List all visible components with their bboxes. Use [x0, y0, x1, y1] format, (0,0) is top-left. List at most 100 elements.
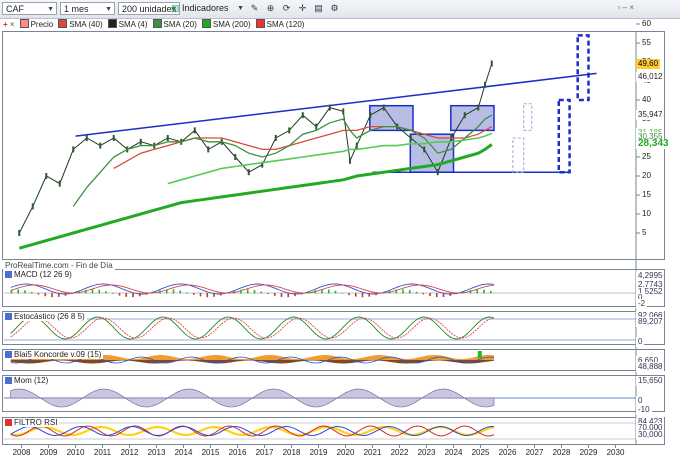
- price-bar: [349, 157, 351, 164]
- price-bar: [72, 146, 75, 153]
- projection-box: [557, 98, 571, 174]
- x-tick-label: 2022: [390, 448, 409, 457]
- price-bar: [423, 146, 426, 153]
- price-bar: [45, 173, 48, 179]
- macd-histogram-bar: [402, 289, 404, 294]
- macd-histogram-bar: [132, 293, 134, 298]
- price-bar: [247, 169, 250, 176]
- mom-value-tag: -10: [636, 405, 652, 415]
- macd-histogram-bar: [375, 293, 377, 296]
- x-tick-label: 2028: [552, 448, 571, 457]
- x-tick-label: 2012: [120, 448, 139, 457]
- macd-histogram-bar: [246, 289, 249, 294]
- macd-histogram-bar: [10, 289, 13, 294]
- indicator-icon: [5, 419, 12, 426]
- price-bar: [409, 135, 412, 141]
- y-tick-label: 60: [642, 19, 651, 28]
- macd-label-text: MACD (12 26 9): [14, 270, 72, 279]
- stoch-value-tag: 0: [636, 337, 645, 347]
- price-bar: [234, 154, 237, 160]
- macd-histogram-bar: [408, 290, 411, 294]
- macd-histogram-bar: [186, 292, 188, 294]
- macd-histogram-bar: [314, 290, 317, 294]
- macd-histogram-bar: [476, 289, 479, 294]
- y-tick-label: 10: [642, 209, 651, 218]
- rsi-label-text: FILTRO RSI: [14, 418, 58, 427]
- macd-histogram-bar: [233, 291, 236, 294]
- macd-histogram-bar: [489, 291, 492, 294]
- price-tag: 46,012: [636, 72, 665, 83]
- price-bar: [342, 108, 345, 115]
- indicator-icon: [5, 271, 12, 278]
- macd-histogram-bar: [469, 290, 472, 294]
- price-bar: [193, 127, 196, 134]
- x-tick-label: 2008: [12, 448, 31, 457]
- macd-histogram-bar: [395, 289, 398, 294]
- macd-histogram-bar: [483, 289, 485, 294]
- y-tick-label: 15: [642, 190, 651, 199]
- price-bar: [369, 112, 372, 119]
- stoch-label-text: Estocástico (26 8 5): [14, 312, 85, 321]
- macd-histogram-bar: [449, 293, 452, 296]
- price-bar: [288, 127, 291, 134]
- macd-histogram-bar: [321, 289, 323, 294]
- macd-histogram-bar: [327, 289, 330, 294]
- macd-histogram-bar: [334, 290, 337, 294]
- indicator-icon: [5, 351, 12, 358]
- macd-histogram-bar: [179, 290, 182, 294]
- price-chart: [4, 23, 640, 448]
- macd-histogram-bar: [442, 293, 445, 298]
- price-bar: [166, 135, 169, 141]
- price-bar: [31, 203, 34, 210]
- stoch-label: Estocástico (26 8 5): [3, 312, 87, 321]
- macd-histogram-bar: [91, 289, 94, 294]
- macd-histogram-bar: [17, 289, 20, 294]
- macd-histogram-bar: [429, 293, 431, 297]
- price-bar: [484, 81, 486, 88]
- macd-histogram-bar: [152, 292, 155, 294]
- price-bar: [18, 230, 21, 236]
- macd-histogram-bar: [307, 291, 310, 294]
- x-tick-label: 2030: [606, 448, 625, 457]
- price-tag: 49,60: [636, 58, 661, 69]
- macd-histogram-bar: [64, 293, 67, 296]
- koncorde-green-spike: [477, 351, 482, 358]
- macd-histogram-bar: [226, 293, 229, 294]
- x-tick-label: 2017: [255, 448, 274, 457]
- x-tick-label: 2016: [228, 448, 247, 457]
- macd-line: [10, 283, 495, 295]
- x-tick-label: 2020: [336, 448, 355, 457]
- price-bar: [436, 169, 439, 176]
- macd-histogram-bar: [456, 293, 458, 295]
- macd-histogram-bar: [280, 293, 283, 297]
- price-bar: [315, 123, 318, 130]
- mom-label-text: Mom (12): [14, 376, 49, 385]
- y-tick-label: 55: [642, 38, 651, 47]
- projection-box: [523, 103, 533, 131]
- price-bar: [99, 142, 102, 149]
- macd-histogram-bar: [172, 289, 175, 294]
- macd-histogram-bar: [260, 291, 263, 294]
- macd-histogram-bar: [84, 289, 87, 294]
- price-bar: [463, 112, 466, 119]
- macd-value-tag: -2: [636, 299, 648, 309]
- price-bar: [58, 180, 61, 187]
- macd-histogram-bar: [213, 293, 215, 297]
- x-tick-label: 2029: [579, 448, 598, 457]
- x-tick-label: 2025: [471, 448, 490, 457]
- x-tick-label: 2013: [147, 448, 166, 457]
- macd-label: MACD (12 26 9): [3, 270, 74, 279]
- macd-histogram-bar: [138, 293, 141, 297]
- macd-histogram-bar: [192, 293, 195, 295]
- macd-histogram-bar: [287, 293, 290, 298]
- price-bar: [328, 104, 331, 111]
- price-bar: [274, 135, 277, 141]
- macd-histogram-bar: [57, 293, 60, 297]
- resistance-trendline: [75, 72, 597, 137]
- rsi-blue-line: [10, 425, 495, 437]
- y-tick-label: 20: [642, 171, 651, 180]
- macd-histogram-bar: [118, 293, 121, 296]
- x-tick-label: 2010: [66, 448, 85, 457]
- x-tick-label: 2015: [201, 448, 220, 457]
- x-tick-label: 2018: [282, 448, 301, 457]
